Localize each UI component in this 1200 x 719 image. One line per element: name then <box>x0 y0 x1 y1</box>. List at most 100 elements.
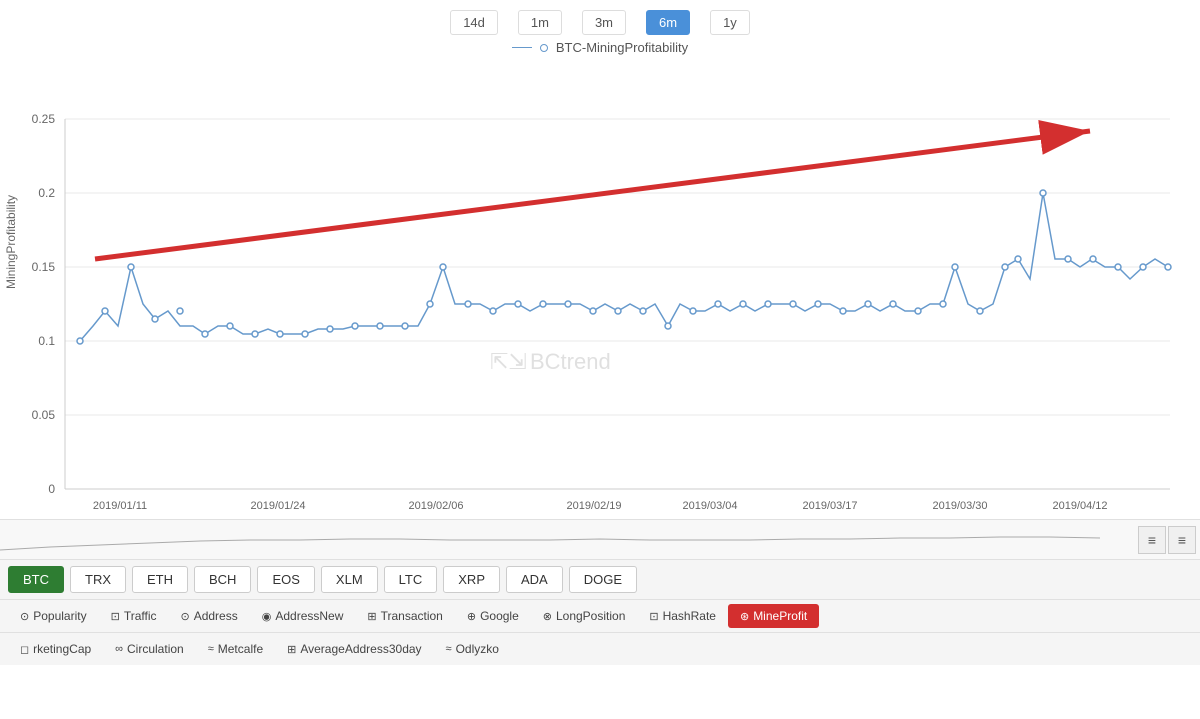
coin-btn-xrp[interactable]: XRP <box>443 566 500 593</box>
bottom-tab-label-circulation: Circulation <box>127 642 184 656</box>
metric-label-google: Google <box>480 609 519 623</box>
nav-icon-btn-1[interactable]: ≡ <box>1138 526 1166 554</box>
bottom-tab-label-marketingcap: rketingCap <box>33 642 91 656</box>
dp-25 <box>665 323 671 329</box>
coin-btn-trx[interactable]: TRX <box>70 566 126 593</box>
ytick-015: 0.15 <box>32 260 56 274</box>
coin-btn-bch[interactable]: BCH <box>194 566 251 593</box>
dp-43 <box>1090 256 1096 262</box>
address-icon: ⊙ <box>180 610 189 623</box>
time-btn-1y[interactable]: 1y <box>710 10 750 35</box>
chart-svg: MiningProfitability 0 0.05 0.1 0.15 0.2 … <box>0 59 1200 519</box>
metric-label-transaction: Transaction <box>381 609 443 623</box>
metric-btn-transaction[interactable]: ⊞ Transaction <box>355 604 454 628</box>
metric-btn-google[interactable]: ⊕ Google <box>455 604 531 628</box>
bottom-tabs: ◻ rketingCap ∞ Circulation ≈ Metcalfe ⊞ … <box>0 632 1200 665</box>
dp-42 <box>1065 256 1071 262</box>
xtick-5: 2019/03/04 <box>682 500 737 512</box>
dp-5 <box>177 308 183 314</box>
time-btn-6m[interactable]: 6m <box>646 10 690 35</box>
nav-icon-btn-2[interactable]: ≡ <box>1168 526 1196 554</box>
hashrate-icon: ⊡ <box>649 610 658 623</box>
metric-btn-addressnew[interactable]: ◉ AddressNew <box>250 604 356 628</box>
dp-36 <box>940 301 946 307</box>
odlyzko-icon: ≈ <box>446 643 452 655</box>
chart-legend: BTC-MiningProfitability <box>0 40 1200 55</box>
xtick-3: 2019/02/06 <box>408 500 463 512</box>
coin-btn-doge[interactable]: DOGE <box>569 566 637 593</box>
dp-46 <box>1165 264 1171 270</box>
metric-btn-popularity[interactable]: ⊙ Popularity <box>8 604 99 628</box>
legend-circle-icon <box>540 44 548 52</box>
dp-4 <box>152 316 158 322</box>
bottom-tab-averageaddress30day[interactable]: ⊞ AverageAddress30day <box>275 637 433 661</box>
dp-34 <box>890 301 896 307</box>
dp-13 <box>377 323 383 329</box>
time-btn-1m[interactable]: 1m <box>518 10 562 35</box>
coin-btn-eth[interactable]: ETH <box>132 566 188 593</box>
dp-8 <box>252 331 258 337</box>
metric-label-traffic: Traffic <box>124 609 157 623</box>
coin-btn-ltc[interactable]: LTC <box>384 566 438 593</box>
bottom-tab-circulation[interactable]: ∞ Circulation <box>103 637 196 661</box>
legend-label: BTC-MiningProfitability <box>556 40 688 55</box>
dp-10 <box>302 331 308 337</box>
dp-37 <box>952 264 958 270</box>
bottom-tab-label-metcalfe: Metcalfe <box>218 642 263 656</box>
bottom-tab-odlyzko[interactable]: ≈ Odlyzko <box>434 637 511 661</box>
time-btn-14d[interactable]: 14d <box>450 10 498 35</box>
metric-label-longposition: LongPosition <box>556 609 625 623</box>
dp-45 <box>1140 264 1146 270</box>
dp-11 <box>327 326 333 332</box>
dp-6 <box>202 331 208 337</box>
popularity-icon: ⊙ <box>20 610 29 623</box>
dp-9 <box>277 331 283 337</box>
metric-label-mineprofit: MineProfit <box>753 609 807 623</box>
mini-navigator: ≡ ≡ <box>0 519 1200 559</box>
coin-btn-eos[interactable]: EOS <box>257 566 314 593</box>
y-axis-label: MiningProfitability <box>4 195 18 289</box>
xtick-6: 2019/03/17 <box>802 500 857 512</box>
dp-20 <box>540 301 546 307</box>
dp-41 <box>1040 190 1046 196</box>
traffic-icon: ⊡ <box>111 610 120 623</box>
metric-label-popularity: Popularity <box>33 609 86 623</box>
mini-nav-buttons: ≡ ≡ <box>1134 526 1200 554</box>
xtick-8: 2019/04/12 <box>1052 500 1107 512</box>
watermark-text: BCtrend <box>530 349 611 374</box>
coin-btn-ada[interactable]: ADA <box>506 566 563 593</box>
dp-1 <box>77 338 83 344</box>
transaction-icon: ⊞ <box>367 610 376 623</box>
dp-28 <box>740 301 746 307</box>
time-btn-3m[interactable]: 3m <box>582 10 626 35</box>
coin-btn-btc[interactable]: BTC <box>8 566 64 593</box>
dp-33 <box>865 301 871 307</box>
dp-3 <box>128 264 134 270</box>
metcalfe-icon: ≈ <box>208 643 214 655</box>
ytick-025: 0.25 <box>32 112 56 126</box>
bottom-tab-marketingcap[interactable]: ◻ rketingCap <box>8 637 103 661</box>
trend-arrow <box>95 131 1090 259</box>
metric-btn-traffic[interactable]: ⊡ Traffic <box>99 604 169 628</box>
mineprofit-icon: ⊛ <box>740 610 749 623</box>
dp-18 <box>490 308 496 314</box>
xtick-2: 2019/01/24 <box>250 500 305 512</box>
metric-btn-hashrate[interactable]: ⊡ HashRate <box>637 604 728 628</box>
longposition-icon: ⊗ <box>543 610 552 623</box>
bottom-tab-metcalfe[interactable]: ≈ Metcalfe <box>196 637 275 661</box>
metric-btn-mineprofit[interactable]: ⊛ MineProfit <box>728 604 819 628</box>
coin-btn-xlm[interactable]: XLM <box>321 566 378 593</box>
dp-24 <box>640 308 646 314</box>
dp-39 <box>1002 264 1008 270</box>
metric-label-addressnew: AddressNew <box>275 609 343 623</box>
averageaddress30day-icon: ⊞ <box>287 643 296 656</box>
google-icon: ⊕ <box>467 610 476 623</box>
metric-btn-longposition[interactable]: ⊗ LongPosition <box>531 604 638 628</box>
xtick-7: 2019/03/30 <box>932 500 987 512</box>
ytick-0: 0 <box>48 482 55 496</box>
ytick-005: 0.05 <box>32 408 56 422</box>
time-range-bar: 14d 1m 3m 6m 1y <box>0 0 1200 40</box>
metric-btn-address[interactable]: ⊙ Address <box>168 604 249 628</box>
dp-31 <box>815 301 821 307</box>
dp-21 <box>565 301 571 307</box>
